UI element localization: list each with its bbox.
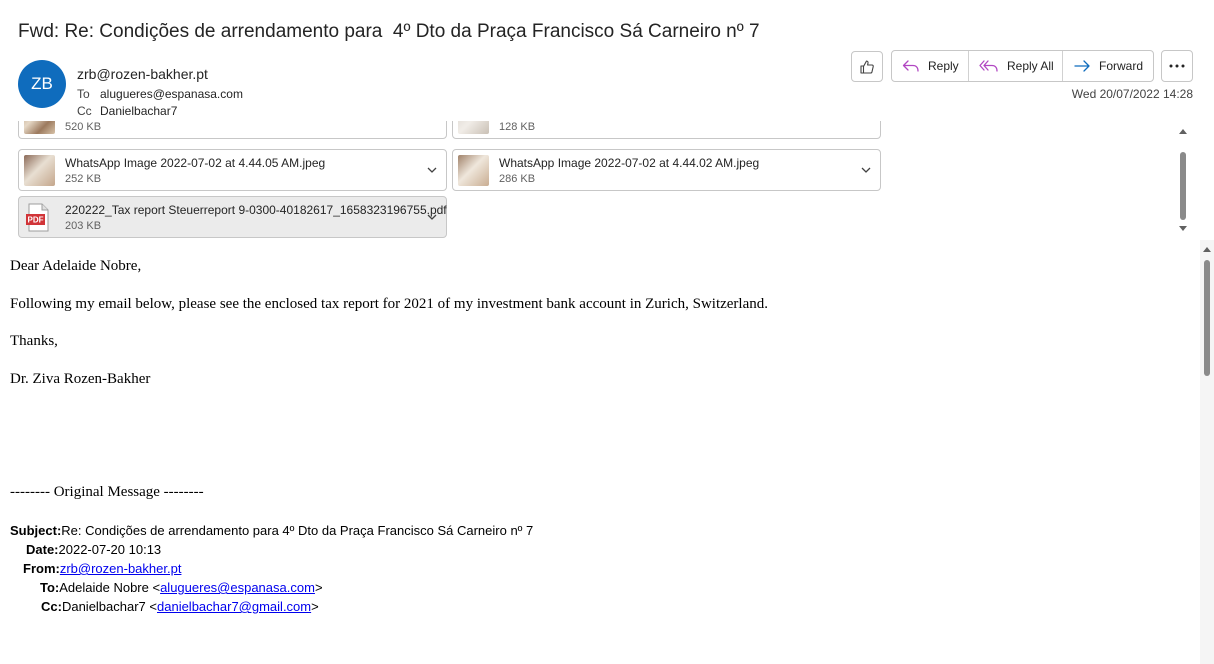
image-thumbnail (24, 155, 55, 186)
cc-recipient[interactable]: Danielbachar7 (100, 104, 177, 118)
original-from-line: From:zrb@rozen-bakher.pt (23, 561, 181, 576)
email-subject: Fwd: Re: Condições de arrendamento para … (18, 21, 760, 42)
attachment-item[interactable]: WhatsApp Image 2022-07-02 at 4.44.05 AM.… (18, 149, 447, 191)
sender-address[interactable]: zrb@rozen-bakher.pt (77, 66, 208, 82)
original-to-label: To: (40, 580, 60, 595)
original-message-separator: -------- Original Message -------- (10, 484, 204, 500)
message-scrollbar[interactable] (1200, 240, 1214, 664)
original-to-name: Adelaide Nobre < (59, 580, 161, 595)
reply-all-label: Reply All (1007, 59, 1054, 73)
original-to-line: To:Adelaide Nobre <alugueres@espanasa.co… (40, 580, 323, 595)
attachment-item[interactable]: 520 KB (18, 121, 447, 139)
attachment-item[interactable]: WhatsApp Image 2022-07-02 at 4.44.02 AM.… (452, 149, 881, 191)
original-date-line: Date:2022-07-20 10:13 (26, 542, 161, 557)
original-to-link[interactable]: alugueres@espanasa.com (160, 580, 315, 595)
to-recipient[interactable]: alugueres@espanasa.com (100, 87, 243, 101)
chevron-down-icon[interactable] (426, 164, 438, 176)
attachment-size: 286 KB (499, 173, 536, 185)
original-cc-label: Cc: (41, 599, 62, 614)
attachment-size: 252 KB (65, 173, 102, 185)
image-thumbnail (458, 121, 489, 134)
reply-all-icon (979, 60, 998, 72)
received-date: Wed 20/07/2022 14:28 (1071, 87, 1193, 101)
attachment-name: WhatsApp Image 2022-07-02 at 4.44.02 AM.… (499, 156, 760, 170)
attachment-size: 203 KB (65, 220, 102, 232)
attachment-item[interactable]: 128 KB (452, 121, 881, 139)
reply-button-group: Reply Reply All Forward (891, 50, 1154, 82)
body-paragraph: Following my email below, please see the… (10, 296, 768, 312)
attachment-name: WhatsApp Image 2022-07-02 at 4.44.05 AM.… (65, 156, 326, 170)
original-cc-link[interactable]: danielbachar7@gmail.com (157, 599, 311, 614)
reply-button[interactable]: Reply (892, 51, 969, 81)
scrollbar-thumb[interactable] (1180, 152, 1186, 220)
reply-label: Reply (928, 59, 959, 73)
to-line: To alugueres@espanasa.com (77, 87, 243, 101)
chevron-down-icon[interactable] (860, 164, 872, 176)
scroll-up-arrow-icon[interactable] (1200, 244, 1214, 254)
svg-text:PDF: PDF (28, 216, 44, 225)
original-from-label: From: (23, 561, 60, 576)
chevron-down-icon[interactable] (426, 121, 438, 124)
image-thumbnail (24, 121, 55, 134)
original-cc-name: Danielbachar7 < (61, 599, 157, 614)
forward-icon (1074, 60, 1090, 72)
forward-label: Forward (1099, 59, 1144, 73)
scroll-down-arrow-icon[interactable] (1177, 224, 1189, 234)
original-cc-close: > (311, 599, 319, 614)
signature: Dr. Ziva Rozen-Bakher (10, 371, 151, 387)
more-actions-button[interactable] (1161, 50, 1193, 82)
chevron-down-icon[interactable] (860, 121, 872, 124)
cc-label: Cc (77, 104, 92, 118)
attachment-size: 128 KB (499, 121, 536, 133)
original-date-value: 2022-07-20 10:13 (58, 542, 162, 557)
pdf-file-icon: PDF (26, 203, 49, 232)
chevron-down-icon[interactable] (426, 211, 438, 223)
image-thumbnail (458, 155, 489, 186)
greeting: Dear Adelaide Nobre, (10, 258, 142, 274)
to-label: To (77, 87, 90, 101)
cc-line: Cc Danielbachar7 (77, 104, 177, 118)
original-date-label: Date: (26, 542, 59, 557)
reply-icon (902, 60, 919, 72)
attachments-scrollbar[interactable] (1176, 124, 1188, 236)
attachment-size: 520 KB (65, 121, 102, 133)
scroll-up-arrow-icon[interactable] (1177, 126, 1189, 136)
original-subject-line: Subject:Re: Condições de arrendamento pa… (10, 523, 533, 538)
attachments-panel: 520 KB 128 KB WhatsApp Image 2022-07-02 … (0, 121, 1214, 239)
original-subject-value: Re: Condições de arrendamento para 4º Dt… (61, 523, 534, 538)
attachment-item-pdf[interactable]: PDF 220222_Tax report Steuerreport 9-030… (18, 196, 447, 238)
like-button[interactable] (851, 51, 883, 82)
original-to-close: > (314, 580, 323, 595)
attachment-name: 220222_Tax report Steuerreport 9-0300-40… (65, 203, 447, 217)
sender-avatar[interactable]: ZB (18, 60, 66, 108)
forward-button[interactable]: Forward (1063, 51, 1153, 81)
more-icon (1169, 64, 1185, 68)
original-subject-label: Subject: (10, 523, 62, 538)
original-cc-line: Cc:Danielbachar7 <danielbachar7@gmail.co… (41, 599, 319, 614)
scrollbar-thumb[interactable] (1204, 260, 1210, 376)
reply-all-button[interactable]: Reply All (969, 51, 1063, 81)
original-from-link[interactable]: zrb@rozen-bakher.pt (60, 561, 182, 576)
thumbs-up-icon (860, 59, 874, 74)
closing: Thanks, (10, 333, 58, 349)
